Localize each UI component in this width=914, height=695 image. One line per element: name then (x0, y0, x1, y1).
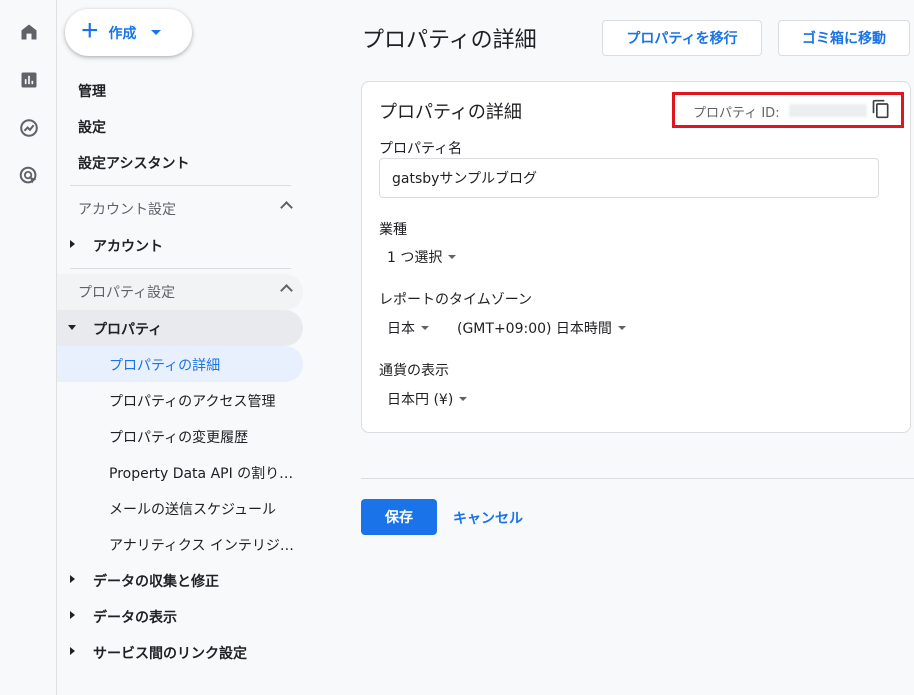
nav-item-account[interactable]: アカウント (93, 236, 163, 256)
chevron-up-icon (280, 284, 293, 297)
timezone-select[interactable]: (GMT+09:00) 日本時間 (457, 318, 626, 338)
property-id-label: プロパティ ID: (693, 106, 780, 121)
create-label: 作成 (108, 25, 137, 42)
account-settings-section[interactable]: アカウント設定 (70, 191, 303, 227)
page-title: プロパティの詳細 (362, 28, 537, 53)
industry-select[interactable]: 1 つ選択 (387, 247, 457, 267)
nav-divider (70, 268, 291, 269)
footer-divider (361, 478, 914, 479)
timezone-label: レポートのタイムゾーン (379, 292, 533, 308)
expand-arrow-icon[interactable] (70, 575, 75, 583)
nav-item-data-collection[interactable]: データの収集と修正 (93, 571, 219, 591)
nav-item-property-access[interactable]: プロパティのアクセス管理 (109, 391, 275, 411)
account-settings-label: アカウント設定 (78, 202, 176, 218)
dropdown-arrow-icon (421, 326, 429, 330)
copy-icon[interactable] (871, 99, 891, 119)
move-to-trash-button[interactable]: ゴミ箱に移動 (778, 20, 910, 56)
nav-item-settings[interactable]: 設定 (78, 117, 106, 137)
timezone-country-select[interactable]: 日本 (387, 318, 429, 338)
nav-item-property[interactable]: プロパティ (93, 319, 162, 339)
chevron-up-icon (280, 201, 293, 214)
property-details-card: プロパティの詳細 プロパティ ID: プロパティ名 gatsbyサンプルブログ … (361, 81, 911, 433)
nav-divider (70, 185, 291, 186)
card-title: プロパティの詳細 (379, 102, 522, 123)
expand-arrow-icon[interactable] (70, 647, 75, 655)
dropdown-arrow-icon (459, 397, 468, 401)
nav-item-property-details[interactable]: プロパティの詳細 (109, 355, 220, 375)
move-property-button[interactable]: プロパティを移行 (602, 20, 762, 56)
explore-icon[interactable] (17, 116, 41, 140)
dropdown-arrow-icon (617, 326, 626, 330)
create-button[interactable]: + 作成 (65, 9, 192, 56)
expand-arrow-icon[interactable] (70, 240, 75, 248)
advertising-icon[interactable] (17, 164, 41, 188)
cancel-button[interactable]: キャンセル (453, 508, 523, 528)
expand-arrow-icon[interactable] (70, 611, 75, 619)
timezone-value: (GMT+09:00) 日本時間 (457, 321, 612, 337)
nav-item-setup-assistant[interactable]: 設定アシスタント (78, 153, 189, 173)
settings-nav: + 作成 管理 設定 設定アシスタント アカウント設定 アカウント プロパティ設… (57, 0, 307, 695)
nav-item-email-schedule[interactable]: メールの送信スケジュール (109, 499, 276, 519)
home-icon[interactable] (17, 20, 41, 44)
nav-item-product-links[interactable]: サービス間のリンク設定 (93, 643, 247, 663)
reports-icon[interactable] (17, 68, 41, 92)
save-button[interactable]: 保存 (361, 499, 437, 535)
property-id-highlight: プロパティ ID: (672, 92, 904, 128)
plus-icon: + (81, 14, 99, 47)
dropdown-arrow-icon (448, 255, 457, 259)
industry-value: 1 つ選択 (387, 250, 443, 266)
timezone-country-value: 日本 (387, 321, 415, 337)
nav-item-data-display[interactable]: データの表示 (93, 607, 177, 627)
left-rail (0, 0, 57, 695)
property-settings-section[interactable]: プロパティ設定 (70, 274, 303, 310)
property-settings-label: プロパティ設定 (78, 285, 176, 301)
nav-item-admin[interactable]: 管理 (78, 81, 106, 101)
nav-item-property-history[interactable]: プロパティの変更履歴 (109, 427, 248, 447)
property-id-value-redacted (789, 104, 867, 117)
collapse-arrow-icon[interactable] (68, 325, 76, 330)
nav-item-analytics-intelligence[interactable]: アナリティクス インテリジェンス... (109, 535, 299, 555)
industry-label: 業種 (379, 222, 407, 238)
nav-item-data-api-quota[interactable]: Property Data API の割り当て... (109, 463, 299, 483)
currency-value: 日本円 (¥) (387, 392, 454, 408)
caret-down-icon (150, 30, 161, 35)
property-name-input[interactable]: gatsbyサンプルブログ (379, 158, 879, 198)
property-name-label: プロパティ名 (379, 141, 463, 157)
currency-select[interactable]: 日本円 (¥) (387, 389, 468, 409)
currency-label: 通貨の表示 (379, 363, 449, 379)
